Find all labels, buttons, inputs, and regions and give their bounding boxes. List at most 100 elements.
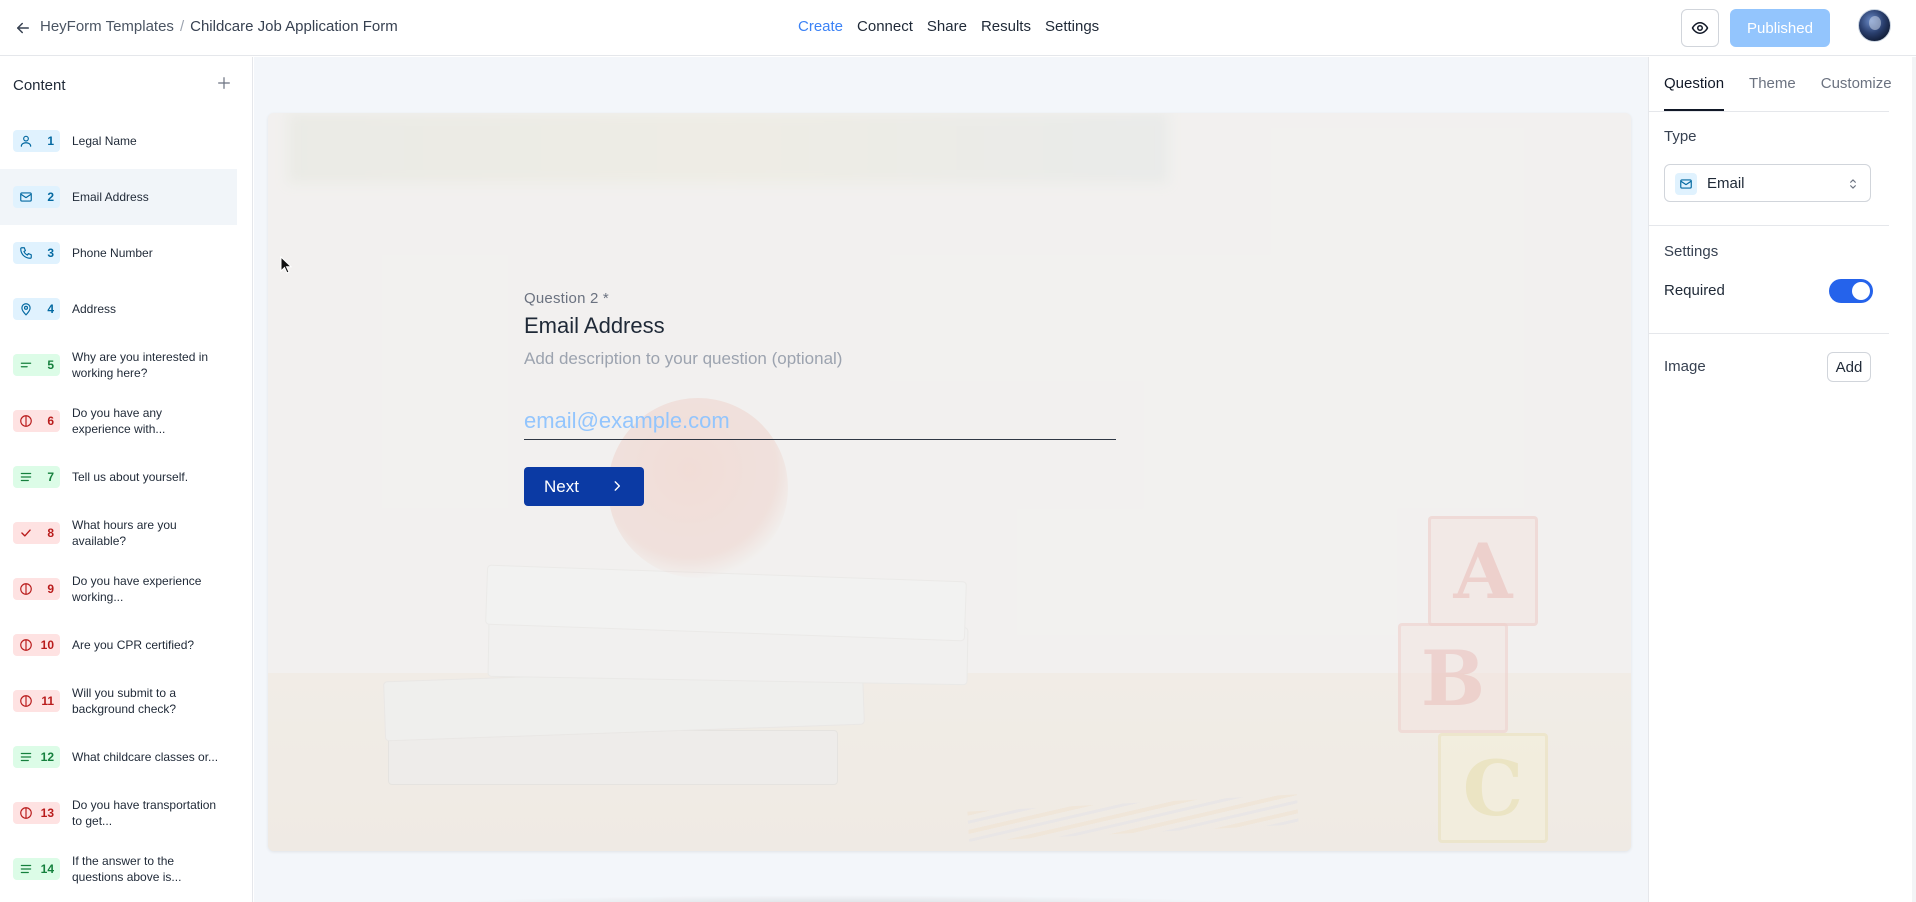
- question-number: 10: [40, 638, 54, 652]
- question-item[interactable]: 5 Why are you interested in working here…: [0, 337, 237, 393]
- back-button[interactable]: [10, 15, 36, 41]
- required-label: Required: [1664, 282, 1725, 299]
- question-type-badge: 7: [13, 466, 60, 488]
- plus-icon: [218, 77, 230, 89]
- question-list: 1 Legal Name 2 Email Address 3 Phone Num…: [0, 113, 237, 897]
- question-item[interactable]: 7 Tell us about yourself.: [0, 449, 237, 505]
- question-label: If the answer to the questions above is.…: [72, 854, 182, 884]
- question-item[interactable]: 11 Will you submit to a background check…: [0, 673, 237, 729]
- question-label: Phone Number: [72, 246, 153, 260]
- nav-settings[interactable]: Settings: [1045, 18, 1099, 35]
- next-button-label: Next: [544, 476, 579, 496]
- question-block: Question 2 * Email Address Add descripti…: [524, 290, 1116, 506]
- form-canvas: A B C Question 2 * Email Address Add des…: [254, 57, 1648, 902]
- question-item[interactable]: 1 Legal Name: [0, 113, 237, 169]
- toggle-knob: [1852, 282, 1870, 300]
- main-nav: Create Connect Share Results Settings: [798, 18, 1099, 35]
- question-type-badge: 12: [13, 746, 60, 768]
- question-number: 6: [47, 414, 54, 428]
- add-image-button[interactable]: Add: [1827, 352, 1871, 382]
- question-item[interactable]: 3 Phone Number: [0, 225, 237, 281]
- settings-label: Settings: [1664, 243, 1719, 260]
- question-type-badge: 9: [13, 578, 60, 600]
- question-label: Will you submit to a background check?: [72, 686, 177, 716]
- question-number: 11: [41, 694, 54, 708]
- question-type-badge: 14: [13, 858, 60, 880]
- avatar[interactable]: [1858, 9, 1891, 42]
- nav-create[interactable]: Create: [798, 18, 843, 35]
- question-number-label: Question 2 *: [524, 290, 609, 307]
- sidebar-title: Content: [13, 77, 66, 94]
- question-preview-card[interactable]: A B C Question 2 * Email Address Add des…: [268, 113, 1631, 851]
- top-bar: HeyForm Templates / Childcare Job Applicat…: [0, 0, 1916, 56]
- content-sidebar: Content 1 Legal Name 2 Email Address 3 P…: [0, 57, 253, 902]
- question-label: Why are you interested in working here?: [72, 350, 209, 380]
- question-number: 3: [47, 246, 54, 260]
- question-item[interactable]: 12 What childcare classes or...: [0, 729, 237, 785]
- question-type-badge: 5: [13, 354, 60, 376]
- checkmark-icon: [21, 529, 31, 537]
- question-type-value: Email: [1707, 174, 1745, 192]
- nav-connect[interactable]: Connect: [857, 18, 913, 35]
- question-number: 14: [40, 862, 54, 876]
- question-type-icon: [1675, 173, 1697, 195]
- question-title[interactable]: Email Address: [524, 313, 1116, 339]
- question-type-badge: 8: [13, 522, 60, 544]
- question-item[interactable]: 10 Are you CPR certified?: [0, 617, 237, 673]
- form-title: Childcare Job Application Form: [190, 18, 398, 35]
- tab-question[interactable]: Question: [1664, 57, 1725, 111]
- preview-button[interactable]: [1681, 9, 1719, 47]
- question-label: Legal Name: [72, 134, 137, 148]
- question-item[interactable]: 8 What hours are you available?: [0, 505, 237, 561]
- email-input[interactable]: [524, 402, 1116, 440]
- question-label: Are you CPR certified?: [72, 638, 195, 652]
- window-scrollbar[interactable]: [1912, 57, 1916, 902]
- tab-customize[interactable]: Customize: [1821, 57, 1892, 111]
- question-type-badge: 3: [13, 242, 60, 264]
- long-text-icon: [20, 752, 32, 762]
- next-button[interactable]: Next: [524, 467, 644, 506]
- question-description[interactable]: Add description to your question (option…: [524, 349, 1116, 369]
- question-number: 12: [40, 750, 54, 764]
- question-item[interactable]: 14 If the answer to the questions above …: [0, 841, 237, 897]
- published-button[interactable]: Published: [1730, 9, 1830, 47]
- question-type-badge: 1: [13, 130, 60, 152]
- question-type-badge: 11: [13, 690, 60, 712]
- question-number: 7: [47, 470, 54, 484]
- yes-no-icon: [20, 639, 32, 651]
- question-type-select[interactable]: Email: [1664, 164, 1871, 202]
- question-label: Do you have experience working...: [72, 574, 202, 604]
- phone-icon: [20, 247, 32, 259]
- question-label: What childcare classes or...: [72, 750, 219, 764]
- question-item[interactable]: 6 Do you have any experience with...: [0, 393, 237, 449]
- question-label: Do you have any experience with...: [72, 406, 166, 436]
- add-question-button[interactable]: [213, 72, 235, 94]
- yes-no-icon: [20, 415, 32, 427]
- required-toggle[interactable]: [1829, 279, 1873, 303]
- question-type-badge: 13: [13, 802, 60, 824]
- nav-share[interactable]: Share: [927, 18, 967, 35]
- divider: [1649, 111, 1889, 112]
- yes-no-icon: [20, 807, 32, 819]
- image-label: Image: [1664, 358, 1706, 375]
- divider: [1649, 225, 1889, 226]
- arrow-left-icon: [17, 22, 29, 34]
- question-item[interactable]: 13 Do you have transportation to get...: [0, 785, 237, 841]
- question-type-badge: 6: [13, 410, 60, 432]
- panel-tabs: Question Theme Customize: [1664, 57, 1892, 111]
- question-item[interactable]: 9 Do you have experience working...: [0, 561, 237, 617]
- question-type-badge: 4: [13, 298, 60, 320]
- divider: [1649, 333, 1889, 334]
- nav-results[interactable]: Results: [981, 18, 1031, 35]
- breadcrumb-templates-link[interactable]: HeyForm Templates: [40, 18, 174, 35]
- question-number: 5: [47, 358, 54, 372]
- long-text-icon: [20, 472, 32, 482]
- question-item[interactable]: 4 Address: [0, 281, 237, 337]
- tab-theme[interactable]: Theme: [1749, 57, 1796, 111]
- question-number: 2: [47, 190, 54, 204]
- question-number: 9: [47, 582, 54, 596]
- user-icon: [20, 135, 32, 147]
- question-label: Email Address: [72, 190, 149, 204]
- question-item[interactable]: 2 Email Address: [0, 169, 237, 225]
- question-label: What hours are you available?: [72, 518, 177, 548]
